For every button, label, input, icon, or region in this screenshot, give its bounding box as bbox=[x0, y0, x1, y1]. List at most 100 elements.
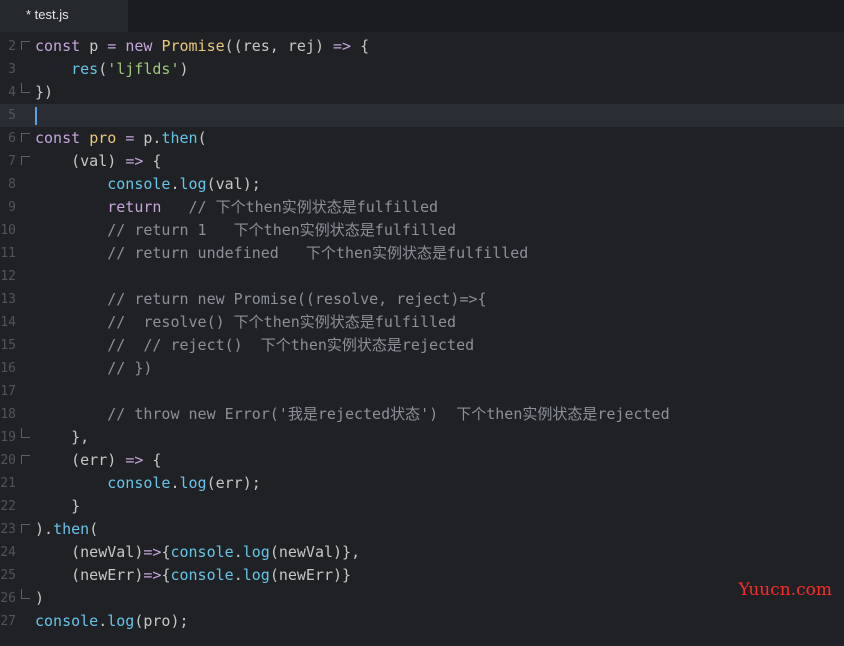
code-line[interactable]: 12 bbox=[0, 265, 844, 288]
code-text: } bbox=[35, 495, 80, 518]
code-text: // // reject() 下个then实例状态是rejected bbox=[35, 334, 474, 357]
code-line[interactable]: 3 res('ljflds') bbox=[0, 58, 844, 81]
code-line[interactable]: 21 console.log(err); bbox=[0, 472, 844, 495]
code-line[interactable]: 26) bbox=[0, 587, 844, 610]
code-token: . bbox=[170, 474, 180, 492]
code-line[interactable]: 19 }, bbox=[0, 426, 844, 449]
code-token: ((res, rej) bbox=[224, 37, 334, 55]
code-token: // return undefined 下个then实例状态是fulfilled bbox=[35, 244, 529, 262]
code-text: // }) bbox=[35, 357, 152, 380]
code-token: 'ljflds' bbox=[107, 60, 180, 78]
code-token: res bbox=[71, 60, 99, 78]
line-number: 13 bbox=[0, 292, 16, 307]
code-token: Promise bbox=[161, 37, 225, 55]
code-token: = bbox=[107, 37, 126, 55]
fold-start-marker[interactable] bbox=[21, 133, 30, 142]
code-token: log bbox=[242, 543, 270, 561]
code-line[interactable]: 25 (newErr)=>{console.log(newErr)} bbox=[0, 564, 844, 587]
code-line[interactable]: 6 const pro = p.then( bbox=[0, 127, 844, 150]
code-editor[interactable]: 2 const p = new Promise((res, rej) => {3 … bbox=[0, 35, 844, 646]
code-token: log bbox=[179, 474, 207, 492]
code-line[interactable]: 11 // return undefined 下个then实例状态是fulfil… bbox=[0, 242, 844, 265]
code-text: // return 1 下个then实例状态是fulfilled bbox=[35, 219, 456, 242]
line-number: 23 bbox=[0, 522, 16, 537]
code-line[interactable]: 23).then( bbox=[0, 518, 844, 541]
code-token: ( bbox=[89, 520, 99, 538]
code-line[interactable]: 9 return // 下个then实例状态是fulfilled bbox=[0, 196, 844, 219]
line-number: 2 bbox=[8, 39, 16, 54]
code-line[interactable]: 24 (newVal)=>{console.log(newVal)}, bbox=[0, 541, 844, 564]
code-text: (newVal)=>{console.log(newVal)}, bbox=[35, 541, 360, 564]
code-line[interactable]: 18 // throw new Error('我是rejected状态') 下个… bbox=[0, 403, 844, 426]
line-number: 7 bbox=[8, 154, 16, 169]
code-line[interactable]: 27 console.log(pro); bbox=[0, 610, 844, 633]
line-number: 4 bbox=[8, 85, 16, 100]
code-token: (newVal)}, bbox=[269, 543, 361, 561]
code-line[interactable]: 13 // return new Promise((resolve, rejec… bbox=[0, 288, 844, 311]
code-token: ) bbox=[35, 589, 45, 607]
line-number: 20 bbox=[0, 453, 16, 468]
line-number: 19 bbox=[0, 430, 16, 445]
line-number: 27 bbox=[0, 614, 16, 629]
code-token: } bbox=[35, 497, 81, 515]
code-token: p bbox=[89, 37, 108, 55]
text-cursor bbox=[35, 107, 37, 125]
code-text: // throw new Error('我是rejected状态') 下个the… bbox=[35, 403, 669, 426]
code-token: // // reject() 下个then实例状态是rejected bbox=[35, 336, 475, 354]
code-token: pro bbox=[89, 129, 126, 147]
code-line[interactable]: 17 bbox=[0, 380, 844, 403]
line-number: 26 bbox=[0, 591, 16, 606]
code-text: const p = new Promise((res, rej) => { bbox=[35, 35, 369, 58]
code-token: . bbox=[233, 566, 243, 584]
code-text: ) bbox=[35, 587, 44, 610]
code-text: const pro = p.then( bbox=[35, 127, 207, 150]
code-token: . bbox=[98, 612, 108, 630]
code-line[interactable]: 15 // // reject() 下个then实例状态是rejected bbox=[0, 334, 844, 357]
code-token: . bbox=[170, 175, 180, 193]
code-line[interactable]: 22 } bbox=[0, 495, 844, 518]
code-line[interactable]: 20 (err) => { bbox=[0, 449, 844, 472]
code-token: log bbox=[242, 566, 270, 584]
code-token: { bbox=[152, 451, 162, 469]
code-text: return // 下个then实例状态是fulfilled bbox=[35, 196, 438, 219]
code-token: p. bbox=[143, 129, 162, 147]
code-token: console bbox=[107, 474, 171, 492]
code-token: (val); bbox=[206, 175, 261, 193]
code-text: console.log(pro); bbox=[35, 610, 189, 633]
code-token: (newVal) bbox=[35, 543, 144, 561]
code-line[interactable]: 10 // return 1 下个then实例状态是fulfilled bbox=[0, 219, 844, 242]
fold-start-marker[interactable] bbox=[21, 156, 30, 165]
code-text: }, bbox=[35, 426, 89, 449]
code-line[interactable]: 2 const p = new Promise((res, rej) => { bbox=[0, 35, 844, 58]
code-token: (err); bbox=[206, 474, 261, 492]
fold-start-marker[interactable] bbox=[21, 41, 30, 50]
code-token: log bbox=[179, 175, 207, 193]
code-line[interactable]: 16 // }) bbox=[0, 357, 844, 380]
code-line[interactable]: 5 bbox=[0, 104, 844, 127]
line-number: 6 bbox=[8, 131, 16, 146]
code-token: // 下个then实例状态是fulfilled bbox=[161, 198, 439, 216]
code-token: (pro); bbox=[134, 612, 189, 630]
line-number: 18 bbox=[0, 407, 16, 422]
code-text: res('ljflds') bbox=[35, 58, 188, 81]
code-text: (newErr)=>{console.log(newErr)} bbox=[35, 564, 351, 587]
tab-test-js[interactable]: * test.js bbox=[0, 0, 128, 32]
code-line[interactable]: 7 (val) => { bbox=[0, 150, 844, 173]
line-number: 21 bbox=[0, 476, 16, 491]
fold-start-marker[interactable] bbox=[21, 455, 30, 464]
code-token: => bbox=[125, 451, 153, 469]
code-token: const bbox=[35, 129, 90, 147]
code-token: (val) bbox=[35, 152, 126, 170]
fold-start-marker[interactable] bbox=[21, 524, 30, 533]
code-line[interactable]: 8 console.log(val); bbox=[0, 173, 844, 196]
line-number: 5 bbox=[8, 108, 16, 123]
code-line[interactable]: 4}) bbox=[0, 81, 844, 104]
code-token: then bbox=[161, 129, 198, 147]
line-number: 14 bbox=[0, 315, 16, 330]
code-line[interactable]: 14 // resolve() 下个then实例状态是fulfilled bbox=[0, 311, 844, 334]
code-token: // return new Promise((resolve, reject)=… bbox=[35, 290, 487, 308]
